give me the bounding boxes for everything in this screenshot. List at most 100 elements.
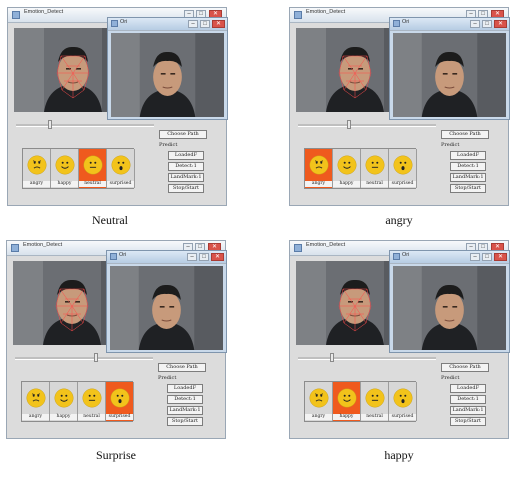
emotion-label: angry <box>305 181 332 187</box>
emotion-angry: angry <box>305 149 333 188</box>
slider-thumb[interactable] <box>347 120 351 129</box>
surprised-emoji-icon <box>393 388 413 408</box>
ori-maximize-icon[interactable]: □ <box>200 20 210 28</box>
ori-app-icon <box>393 20 400 27</box>
side-button-1[interactable]: Detect:1 <box>450 395 486 404</box>
ori-app-icon <box>393 253 400 260</box>
choose-path-button[interactable]: Choose Path <box>158 363 206 372</box>
ori-minimize-icon[interactable]: – <box>187 253 197 261</box>
side-button-3[interactable]: Stop/Start <box>168 184 204 193</box>
ori-minimize-icon[interactable]: – <box>188 20 198 28</box>
ori-camera-view <box>393 266 506 350</box>
emotion-detect-window: Emotion_Detect – □ ✕ Choose Path Predict… <box>7 7 228 206</box>
neutral-emoji-icon <box>365 155 385 175</box>
window-title: Emotion_Detect <box>306 9 346 15</box>
ori-maximize-icon[interactable]: □ <box>482 253 492 261</box>
frame-slider[interactable] <box>15 357 153 360</box>
ori-titlebar[interactable]: Ori – □ ✕ <box>108 18 227 31</box>
ori-window: Ori – □ ✕ <box>389 17 510 120</box>
emotion-detect-window: Emotion_Detect – □ ✕ Choose Path Predict… <box>6 240 227 439</box>
ori-window: Ori – □ ✕ <box>107 17 228 120</box>
side-button-2[interactable]: LandMark:1 <box>450 173 486 182</box>
emotion-label: happy <box>333 181 360 187</box>
choose-path-button[interactable]: Choose Path <box>441 363 489 372</box>
ori-window: Ori – □ ✕ <box>389 250 510 353</box>
ori-title: Ori <box>120 19 128 25</box>
window-title: Emotion_Detect <box>306 242 346 248</box>
side-button-0[interactable]: LoadedF <box>168 151 204 160</box>
side-button-2[interactable]: LandMark:1 <box>167 406 203 415</box>
emotion-surprised: surprised <box>106 382 134 421</box>
emotion-surprised: surprised <box>107 149 135 188</box>
side-button-2[interactable]: LandMark:1 <box>450 406 486 415</box>
predict-label: Predict <box>441 142 460 148</box>
emotion-neutral: neutral <box>79 149 107 188</box>
neutral-emoji-icon <box>365 388 385 408</box>
emotion-neutral: neutral <box>78 382 106 421</box>
ori-close-icon[interactable]: ✕ <box>212 20 225 28</box>
emotion-surprised: surprised <box>389 382 417 421</box>
emotion-label: surprised <box>389 181 416 187</box>
predict-label: Predict <box>159 142 178 148</box>
slider-thumb[interactable] <box>94 353 98 362</box>
frame-slider[interactable] <box>16 124 154 127</box>
side-button-0[interactable]: LoadedF <box>167 384 203 393</box>
choose-path-button[interactable]: Choose Path <box>159 130 207 139</box>
ori-titlebar[interactable]: Ori – □ ✕ <box>390 18 509 31</box>
ori-title: Ori <box>402 252 410 258</box>
emotion-label: angry <box>22 414 49 420</box>
emotion-happy: happy <box>50 382 78 421</box>
ori-minimize-icon[interactable]: – <box>470 253 480 261</box>
emotion-angry: angry <box>23 149 51 188</box>
emotion-angry: angry <box>305 382 333 421</box>
emotion-label: happy <box>333 414 360 420</box>
side-button-0[interactable]: LoadedF <box>450 151 486 160</box>
frame-slider[interactable] <box>298 124 436 127</box>
side-button-2[interactable]: LandMark:1 <box>168 173 204 182</box>
side-button-0[interactable]: LoadedF <box>450 384 486 393</box>
app-icon <box>294 244 302 252</box>
side-button-3[interactable]: Stop/Start <box>167 417 203 426</box>
ori-maximize-icon[interactable]: □ <box>199 253 209 261</box>
ori-app-icon <box>111 20 118 27</box>
emotion-happy: happy <box>333 149 361 188</box>
emotion-angry: angry <box>22 382 50 421</box>
ori-close-icon[interactable]: ✕ <box>494 253 507 261</box>
side-button-3[interactable]: Stop/Start <box>450 417 486 426</box>
side-button-1[interactable]: Detect:1 <box>450 162 486 171</box>
emotion-label: happy <box>51 181 78 187</box>
surprised-emoji-icon <box>393 155 413 175</box>
panel-neutral: Emotion_Detect – □ ✕ Choose Path Predict… <box>7 7 228 206</box>
ori-camera-view <box>393 33 506 117</box>
slider-thumb[interactable] <box>330 353 334 362</box>
emotion-detect-window: Emotion_Detect – □ ✕ Choose Path Predict… <box>289 240 510 439</box>
ori-app-icon <box>110 253 117 260</box>
choose-path-button[interactable]: Choose Path <box>441 130 489 139</box>
caption-happy: happy <box>384 448 414 462</box>
surprised-emoji-icon <box>110 388 130 408</box>
ori-close-icon[interactable]: ✕ <box>211 253 224 261</box>
ori-titlebar[interactable]: Ori – □ ✕ <box>390 251 509 264</box>
emotion-label: surprised <box>107 181 134 187</box>
caption-surprise: Surprise <box>96 448 136 462</box>
ori-close-icon[interactable]: ✕ <box>494 20 507 28</box>
window-title: Emotion_Detect <box>24 9 64 15</box>
emotion-neutral: neutral <box>361 382 389 421</box>
ori-titlebar[interactable]: Ori – □ ✕ <box>107 251 226 264</box>
frame-slider[interactable] <box>298 357 436 360</box>
emotion-label: neutral <box>79 181 106 187</box>
ori-title: Ori <box>119 252 127 258</box>
ori-title: Ori <box>402 19 410 25</box>
neutral-emoji-icon <box>82 388 102 408</box>
side-button-1[interactable]: Detect:1 <box>167 395 203 404</box>
side-button-3[interactable]: Stop/Start <box>450 184 486 193</box>
side-button-1[interactable]: Detect:1 <box>168 162 204 171</box>
caption-neutral: Neutral <box>92 213 128 227</box>
neutral-emoji-icon <box>83 155 103 175</box>
ori-minimize-icon[interactable]: – <box>470 20 480 28</box>
ori-camera-view <box>111 33 224 117</box>
app-icon <box>12 11 20 19</box>
ori-maximize-icon[interactable]: □ <box>482 20 492 28</box>
app-icon <box>294 11 302 19</box>
slider-thumb[interactable] <box>48 120 52 129</box>
